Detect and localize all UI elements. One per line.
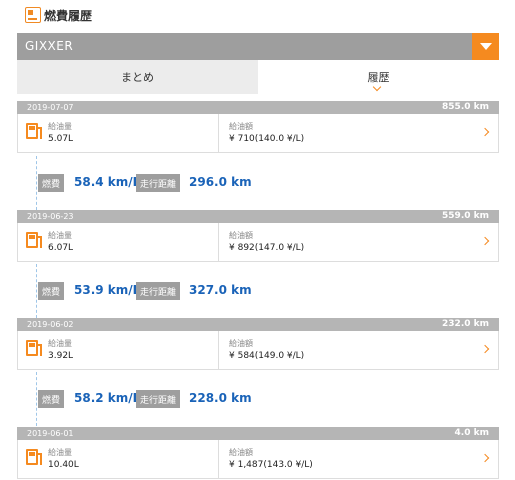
quantity-value: 10.40L bbox=[48, 460, 79, 470]
bike-selector[interactable]: GIXXER bbox=[17, 33, 499, 60]
tab-history[interactable]: 履歴 bbox=[258, 60, 499, 94]
fuel-pump-icon bbox=[26, 123, 42, 139]
chevron-down-icon bbox=[372, 82, 382, 92]
chevron-right-icon[interactable] bbox=[480, 236, 490, 246]
amount-label: 給油額 bbox=[229, 448, 253, 457]
refuel-card[interactable]: 給油量 3.92L 給油額 ¥ 584(149.0 ¥/L) bbox=[17, 331, 499, 370]
entry-date: 2019-06-23 bbox=[27, 212, 74, 221]
distance-value: 228.0 km bbox=[189, 391, 252, 405]
entry-odometer: 4.0 km bbox=[454, 428, 489, 438]
entry-date: 2019-07-07 bbox=[27, 103, 74, 112]
timeline-line bbox=[36, 372, 37, 426]
page-title: 燃費履歴 bbox=[44, 9, 93, 23]
distance-value: 327.0 km bbox=[189, 283, 252, 297]
refuel-card[interactable]: 給油量 6.07L 給油額 ¥ 892(147.0 ¥/L) bbox=[17, 223, 499, 262]
quantity-label: 給油量 bbox=[48, 339, 72, 348]
entry-date: 2019-06-02 bbox=[27, 320, 74, 329]
entry-header: 2019-06-01 4.0 km bbox=[17, 427, 499, 440]
tab-bar: まとめ 履歴 bbox=[17, 60, 499, 94]
amount-value: ¥ 584(149.0 ¥/L) bbox=[229, 351, 305, 361]
entry-header: 2019-06-02 232.0 km bbox=[17, 318, 499, 331]
segment-stats: 燃費 58.4 km/L 走行距離 296.0 km bbox=[17, 156, 499, 210]
quantity-value: 3.92L bbox=[48, 351, 74, 361]
quantity-label: 給油量 bbox=[48, 122, 72, 131]
card-divider bbox=[218, 114, 219, 152]
quantity-label: 給油量 bbox=[48, 448, 72, 457]
refuel-card[interactable]: 給油量 5.07L 給油額 ¥ 710(140.0 ¥/L) bbox=[17, 114, 499, 153]
fuel-pump-icon bbox=[26, 449, 42, 465]
card-divider bbox=[218, 223, 219, 261]
amount-label: 給油額 bbox=[229, 231, 253, 240]
efficiency-badge: 燃費 bbox=[38, 390, 65, 408]
entry-header: 2019-07-07 855.0 km bbox=[17, 101, 499, 114]
efficiency-value: 53.9 km/L bbox=[74, 283, 141, 297]
card-divider bbox=[218, 440, 219, 478]
amount-value: ¥ 892(147.0 ¥/L) bbox=[229, 243, 305, 253]
quantity-value: 5.07L bbox=[48, 134, 74, 144]
chevron-right-icon[interactable] bbox=[480, 344, 490, 354]
bike-name: GIXXER bbox=[25, 39, 74, 53]
distance-badge: 走行距離 bbox=[136, 174, 181, 192]
distance-value: 296.0 km bbox=[189, 175, 252, 189]
page-header: 燃費履歴 bbox=[0, 0, 515, 32]
amount-label: 給油額 bbox=[229, 122, 253, 131]
timeline-line bbox=[36, 156, 37, 210]
chevron-right-icon[interactable] bbox=[480, 127, 490, 137]
quantity-value: 6.07L bbox=[48, 243, 74, 253]
entry-odometer: 855.0 km bbox=[442, 102, 489, 112]
amount-value: ¥ 710(140.0 ¥/L) bbox=[229, 134, 305, 144]
card-divider bbox=[218, 331, 219, 369]
segment-stats: 燃費 53.9 km/L 走行距離 327.0 km bbox=[17, 264, 499, 318]
distance-badge: 走行距離 bbox=[136, 282, 181, 300]
chevron-right-icon[interactable] bbox=[480, 453, 490, 463]
tab-summary[interactable]: まとめ bbox=[17, 60, 258, 94]
entry-date: 2019-06-01 bbox=[27, 429, 74, 438]
distance-badge: 走行距離 bbox=[136, 390, 181, 408]
entry-odometer: 559.0 km bbox=[442, 211, 489, 221]
entry-odometer: 232.0 km bbox=[442, 319, 489, 329]
efficiency-value: 58.4 km/L bbox=[74, 175, 141, 189]
amount-value: ¥ 1,487(143.0 ¥/L) bbox=[229, 460, 313, 470]
tab-history-label: 履歴 bbox=[367, 71, 390, 84]
fuel-pump-icon bbox=[26, 232, 42, 248]
efficiency-badge: 燃費 bbox=[38, 174, 65, 192]
refuel-card[interactable]: 給油量 10.40L 給油額 ¥ 1,487(143.0 ¥/L) bbox=[17, 440, 499, 479]
efficiency-value: 58.2 km/L bbox=[74, 391, 141, 405]
fuel-log-icon bbox=[25, 7, 41, 23]
timeline-line bbox=[36, 264, 37, 318]
quantity-label: 給油量 bbox=[48, 231, 72, 240]
efficiency-badge: 燃費 bbox=[38, 282, 65, 300]
segment-stats: 燃費 58.2 km/L 走行距離 228.0 km bbox=[17, 372, 499, 426]
entry-header: 2019-06-23 559.0 km bbox=[17, 210, 499, 223]
fuel-pump-icon bbox=[26, 340, 42, 356]
amount-label: 給油額 bbox=[229, 339, 253, 348]
dropdown-triangle-icon[interactable] bbox=[472, 33, 499, 60]
